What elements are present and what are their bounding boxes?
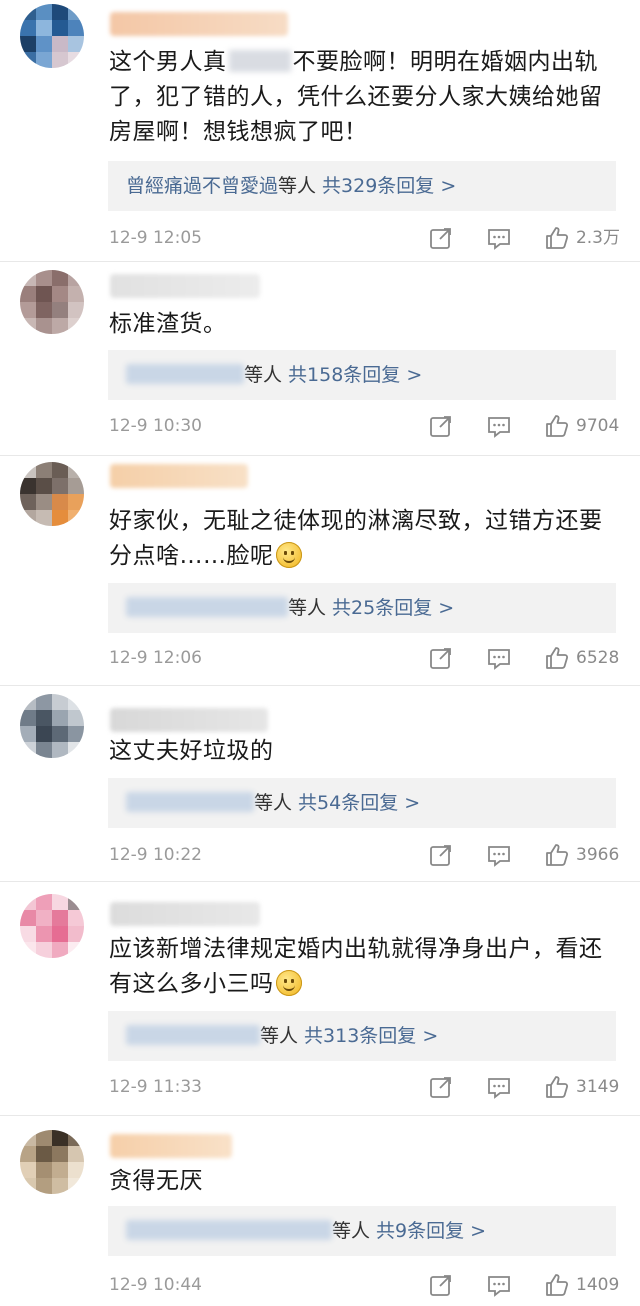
comment-item: 标准渣货。 等人 共158条回复 > 12-9 10:30 9704 [0,262,640,456]
comment-text: 这个男人真 不要脸啊！明明在婚姻内出轨了，犯了错的人，凭什么还要分人家大姨给她留房… [109,49,603,145]
username-blurred[interactable] [110,1134,232,1158]
reply-first-user[interactable]: 曾經痛過不曾愛過 [126,175,278,197]
share-icon[interactable] [428,1074,454,1100]
avatar[interactable] [20,694,84,758]
like-count: 2.3万 [575,228,620,248]
thumbs-up-icon[interactable] [544,1272,570,1298]
comment-text: 这丈夫好垃圾的 [109,738,274,764]
like-count: 9704 [576,416,620,436]
reply-count-link[interactable]: 共9条回复 > [376,1220,486,1242]
timestamp: 12-9 12:05 [109,228,202,248]
reply-first-user-blurred[interactable] [126,364,244,384]
share-icon[interactable] [428,645,454,671]
reply-count-link[interactable]: 共313条回复 > [304,1025,438,1047]
username-blurred[interactable] [110,12,288,36]
comment-meta: 12-9 12:05 2.3万 [109,223,620,253]
comment-text: 好家伙，无耻之徒体现的淋漓尽致，过错方还要分点啥……脸呢 [109,508,603,569]
reply-summary[interactable]: 曾經痛過不曾愛過等人 共329条回复 > [108,161,616,211]
reply-summary[interactable]: 等人 共54条回复 > [108,778,616,828]
smile-emoji [275,542,302,568]
reply-summary[interactable]: 等人 共313条回复 > [108,1011,616,1061]
thumbs-up-icon[interactable] [544,645,570,671]
thumbs-up-icon[interactable] [544,842,570,868]
comment-meta: 12-9 10:44 1409 [109,1270,620,1300]
reply-first-user-blurred[interactable] [126,792,254,812]
share-icon[interactable] [428,225,454,251]
username-blurred[interactable] [110,902,260,926]
username-blurred[interactable] [110,708,268,732]
avatar[interactable] [20,4,84,68]
thumbs-up-icon[interactable] [544,225,570,251]
comment-icon[interactable] [486,645,512,671]
avatar[interactable] [20,894,84,958]
username-blurred[interactable] [110,274,260,298]
like-count: 3966 [576,845,620,865]
reply-count-link[interactable]: 共54条回复 > [298,792,420,814]
comment-icon[interactable] [486,413,512,439]
reply-others-label: 等人 [254,792,293,814]
reply-count-link[interactable]: 共25条回复 > [332,597,454,619]
comment-item: 这个男人真 不要脸啊！明明在婚姻内出轨了，犯了错的人，凭什么还要分人家大姨给她留房… [0,0,640,262]
comment-icon[interactable] [486,1074,512,1100]
reply-others-label: 等人 [244,364,283,386]
comment-text: 贪得无厌 [109,1168,203,1194]
share-icon[interactable] [428,413,454,439]
timestamp: 12-9 10:22 [109,845,202,865]
reply-others-label: 等人 [288,597,327,619]
timestamp: 12-9 10:44 [109,1275,202,1295]
reply-summary[interactable]: 等人 共158条回复 > [108,350,616,400]
comment-meta: 12-9 11:33 3149 [109,1072,620,1102]
comment-meta: 12-9 12:06 6528 [109,643,620,673]
like-count: 1409 [576,1275,620,1295]
thumbs-up-icon[interactable] [544,1074,570,1100]
reply-others-label: 等人 [332,1220,371,1242]
timestamp: 12-9 11:33 [109,1077,202,1097]
reply-first-user-blurred[interactable] [126,597,288,617]
comment-item: 这丈夫好垃圾的 等人 共54条回复 > 12-9 10:22 3966 [0,686,640,882]
reply-summary[interactable]: 等人 共9条回复 > [108,1206,616,1256]
avatar[interactable] [20,270,84,334]
timestamp: 12-9 12:06 [109,648,202,668]
like-count: 3149 [576,1077,620,1097]
like-count: 6528 [576,648,620,668]
comment-icon[interactable] [486,842,512,868]
reply-summary[interactable]: 等人 共25条回复 > [108,583,616,633]
reply-first-user-blurred[interactable] [126,1220,332,1240]
smile-emoji [275,970,302,996]
comment-icon[interactable] [486,225,512,251]
comment-item: 应该新增法律规定婚内出轨就得净身出户，看还有这么多小三吗 等人 共313条回复 >… [0,882,640,1116]
reply-others-label: 等人 [278,175,317,197]
redacted-word [228,50,291,72]
comment-item: 贪得无厌 等人 共9条回复 > 12-9 10:44 1409 [0,1116,640,1306]
comment-text: 应该新增法律规定婚内出轨就得净身出户，看还有这么多小三吗 [109,936,603,997]
thumbs-up-icon[interactable] [544,413,570,439]
reply-first-user-blurred[interactable] [126,1025,260,1045]
timestamp: 12-9 10:30 [109,416,202,436]
reply-count-link[interactable]: 共158条回复 > [288,364,422,386]
comment-text: 标准渣货。 [109,311,227,337]
comment-item: 好家伙，无耻之徒体现的淋漓尽致，过错方还要分点啥……脸呢 等人 共25条回复 > … [0,456,640,686]
comment-meta: 12-9 10:22 3966 [109,840,620,870]
share-icon[interactable] [428,842,454,868]
reply-count-link[interactable]: 共329条回复 > [322,175,456,197]
comment-icon[interactable] [486,1272,512,1298]
avatar[interactable] [20,462,84,526]
share-icon[interactable] [428,1272,454,1298]
comment-meta: 12-9 10:30 9704 [109,411,620,441]
username-blurred[interactable] [110,464,248,488]
reply-others-label: 等人 [260,1025,299,1047]
avatar[interactable] [20,1130,84,1194]
